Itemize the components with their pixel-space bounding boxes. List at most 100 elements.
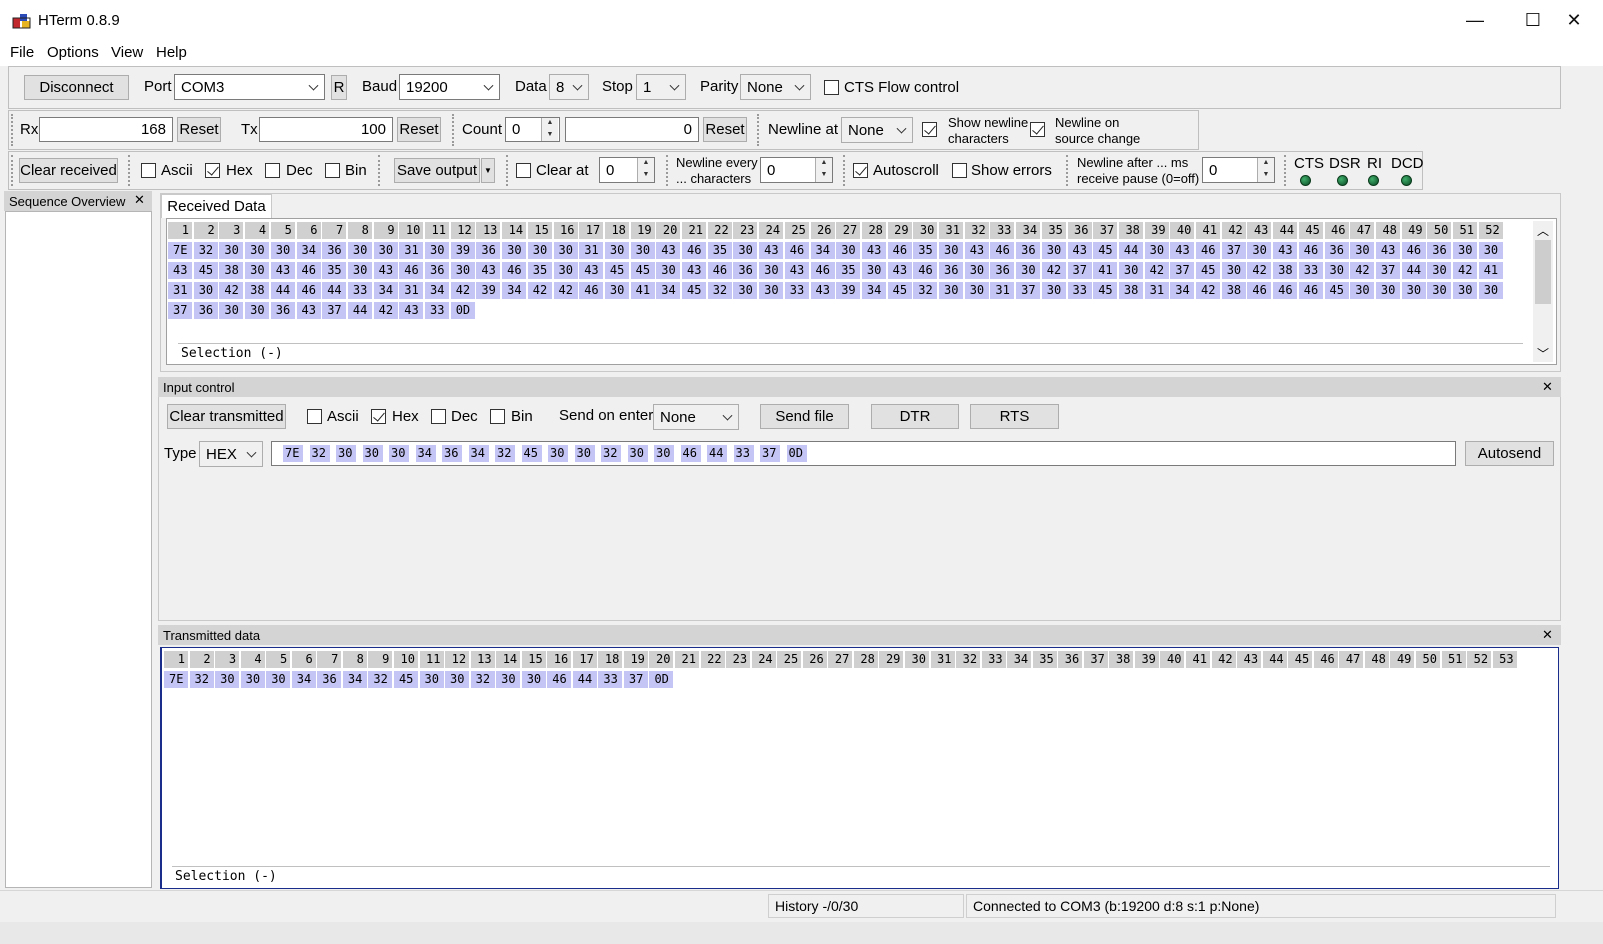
byte-cell[interactable]: 30 xyxy=(964,262,989,279)
byte-cell[interactable]: 46 xyxy=(502,262,527,279)
byte-cell[interactable]: 43 xyxy=(682,262,706,279)
byte-cell[interactable]: 30 xyxy=(270,242,295,259)
tx-hex-checkbox[interactable] xyxy=(371,409,386,424)
save-output-button[interactable]: Save output xyxy=(394,158,480,183)
byte-cell[interactable]: 37 xyxy=(1170,262,1195,279)
menu-options[interactable]: Options xyxy=(47,44,99,61)
byte-cell[interactable]: 46 xyxy=(913,262,938,279)
byte-cell[interactable]: 30 xyxy=(245,242,270,259)
byte-cell[interactable]: 31 xyxy=(579,242,604,259)
byte-cell[interactable]: 30 xyxy=(1453,242,1477,259)
byte-cell[interactable]: 30 xyxy=(604,242,629,259)
byte-cell[interactable]: 30 xyxy=(266,671,291,688)
byte-cell[interactable]: 34 xyxy=(296,242,321,259)
byte-cell[interactable]: 30 xyxy=(1041,242,1066,259)
byte-cell[interactable]: 36 xyxy=(939,262,963,279)
byte-cell[interactable]: 30 xyxy=(553,262,578,279)
byte-cell[interactable]: 43 xyxy=(861,242,886,259)
byte-cell[interactable]: 36 xyxy=(322,242,347,259)
port-select[interactable]: COM3 xyxy=(174,74,325,100)
byte-cell[interactable]: 43 xyxy=(1273,242,1298,259)
byte-cell[interactable]: 46 xyxy=(1298,242,1323,259)
byte-cell[interactable]: 35 xyxy=(527,262,552,279)
byte-cell[interactable]: 37 xyxy=(1221,242,1246,259)
byte-cell[interactable]: 30 xyxy=(1427,282,1452,299)
byte-cell[interactable]: 34 xyxy=(861,282,886,299)
spin-up-icon[interactable]: ▲ xyxy=(542,118,558,130)
byte-cell[interactable]: 44 xyxy=(572,671,597,688)
byte-cell[interactable]: 39 xyxy=(450,242,475,259)
byte-cell[interactable]: 46 xyxy=(547,671,572,688)
byte-cell[interactable]: 42 xyxy=(1247,262,1272,279)
newline-at-select[interactable]: None xyxy=(841,117,913,143)
byte-cell[interactable]: 43 xyxy=(476,262,501,279)
send-file-button[interactable]: Send file xyxy=(760,404,849,429)
newline-source-checkbox[interactable] xyxy=(1030,122,1045,137)
sequence-overview-close-icon[interactable]: ✕ xyxy=(134,192,145,208)
byte-cell[interactable]: 42 xyxy=(1041,262,1066,279)
byte-cell[interactable]: 41 xyxy=(1093,262,1118,279)
byte-cell[interactable]: 36 xyxy=(1427,242,1452,259)
byte-cell[interactable]: 30 xyxy=(219,302,244,319)
byte-cell[interactable]: 39 xyxy=(476,282,501,299)
byte-cell[interactable]: 43 xyxy=(784,262,809,279)
byte-cell[interactable]: 30 xyxy=(630,242,655,259)
byte-cell[interactable]: 37 xyxy=(168,302,192,319)
byte-cell[interactable]: 33 xyxy=(784,282,809,299)
byte-cell[interactable]: 30 xyxy=(939,242,963,259)
menu-help[interactable]: Help xyxy=(156,44,187,61)
byte-cell[interactable]: 30 xyxy=(1041,282,1066,299)
rx-bin-checkbox[interactable] xyxy=(325,163,340,178)
byte-cell[interactable]: 30 xyxy=(419,671,444,688)
toolbar-grip[interactable] xyxy=(452,114,455,146)
byte-cell[interactable]: 31 xyxy=(1144,282,1169,299)
byte-cell[interactable]: 31 xyxy=(399,242,424,259)
byte-cell[interactable]: 31 xyxy=(990,282,1015,299)
byte-cell[interactable]: 30 xyxy=(521,671,546,688)
toolbar-grip[interactable] xyxy=(843,155,846,186)
close-button[interactable]: ✕ xyxy=(1545,0,1603,40)
byte-cell[interactable]: 38 xyxy=(245,282,270,299)
data-bits-select[interactable]: 8 xyxy=(549,74,589,100)
byte-cell[interactable]: 30 xyxy=(193,282,218,299)
byte-cell[interactable]: 30 xyxy=(527,242,552,259)
byte-cell[interactable]: 7E xyxy=(168,242,192,259)
byte-cell[interactable]: 33 xyxy=(1067,282,1092,299)
byte-cell[interactable]: 34 xyxy=(425,282,449,299)
byte-cell[interactable]: 30 xyxy=(604,282,629,299)
spin-down-icon[interactable]: ▼ xyxy=(1258,170,1274,182)
baud-select[interactable]: 19200 xyxy=(399,74,500,100)
byte-cell[interactable]: 46 xyxy=(296,262,321,279)
byte-cell[interactable]: 36 xyxy=(990,262,1015,279)
byte-cell[interactable]: 45 xyxy=(193,262,218,279)
byte-cell[interactable]: 30 xyxy=(219,242,244,259)
count-spinner[interactable]: ▲ ▼ xyxy=(541,118,558,141)
byte-cell[interactable]: 41 xyxy=(630,282,655,299)
byte-cell[interactable]: 30 xyxy=(450,262,475,279)
byte-cell[interactable]: 45 xyxy=(393,671,418,688)
byte-cell[interactable]: 45 xyxy=(630,262,655,279)
scroll-up-icon[interactable]: ︿ xyxy=(1537,222,1549,239)
byte-cell[interactable]: 30 xyxy=(1427,262,1452,279)
byte-cell[interactable]: 0D xyxy=(450,302,475,319)
byte-cell[interactable]: 34 xyxy=(373,282,398,299)
byte-cell[interactable]: 43 xyxy=(1375,242,1400,259)
byte-cell[interactable]: 30 xyxy=(656,262,681,279)
byte-cell[interactable]: 36 xyxy=(1016,242,1041,259)
byte-cell[interactable]: 46 xyxy=(1196,242,1220,259)
byte-cell[interactable]: 30 xyxy=(425,242,449,259)
byte-cell[interactable]: 46 xyxy=(784,242,809,259)
byte-cell[interactable]: 36 xyxy=(425,262,449,279)
byte-cell[interactable]: 43 xyxy=(656,242,681,259)
byte-cell[interactable]: 37 xyxy=(1375,262,1400,279)
byte-cell[interactable]: 37 xyxy=(322,302,347,319)
byte-cell[interactable]: 42 xyxy=(1453,262,1477,279)
byte-cell[interactable]: 43 xyxy=(579,262,604,279)
byte-cell[interactable]: 45 xyxy=(682,282,706,299)
byte-cell[interactable]: 43 xyxy=(399,302,424,319)
byte-cell[interactable]: 38 xyxy=(1118,282,1143,299)
spin-up-icon[interactable]: ▲ xyxy=(816,158,832,170)
byte-cell[interactable]: 34 xyxy=(502,282,527,299)
byte-cell[interactable]: 35 xyxy=(836,262,861,279)
byte-cell[interactable]: 30 xyxy=(553,242,578,259)
